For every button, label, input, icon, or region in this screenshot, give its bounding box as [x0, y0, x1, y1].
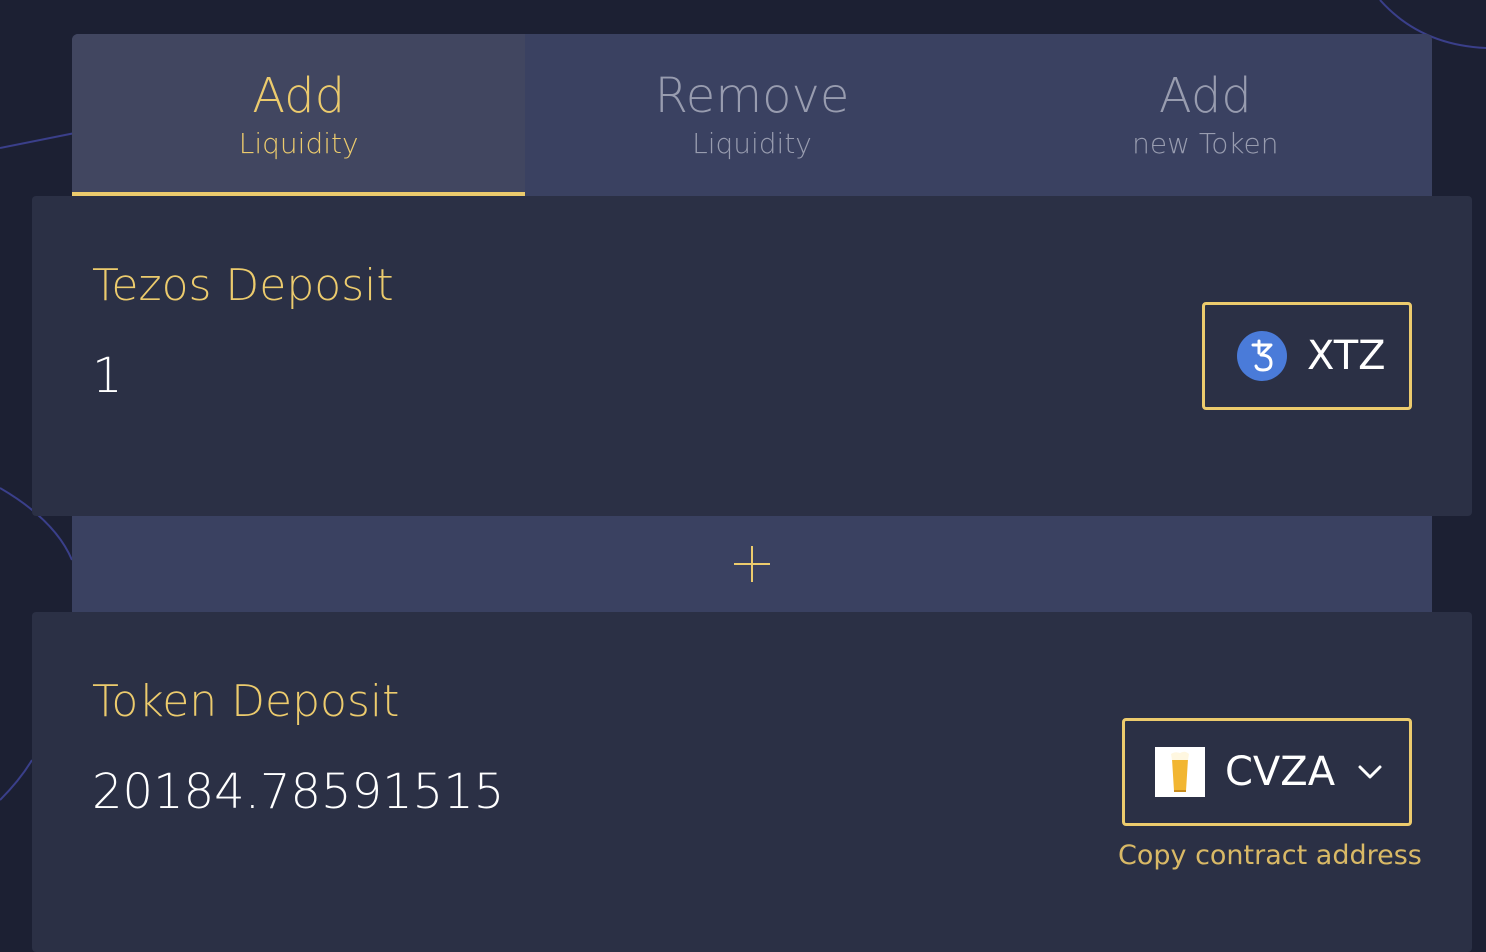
chevron-down-icon [1357, 764, 1383, 780]
token-deposit-input[interactable]: 20184.78591515 [92, 764, 504, 820]
copy-contract-address-link[interactable]: Copy contract address [1118, 840, 1422, 871]
tab-add-new-token[interactable]: Add new Token [979, 34, 1432, 196]
cvza-symbol: CVZA [1225, 749, 1336, 795]
plus-divider [72, 516, 1432, 612]
tezos-deposit-panel: Tezos Deposit 1 XTZ [32, 196, 1472, 516]
tab-remove-liquidity[interactable]: Remove Liquidity [525, 34, 978, 196]
beer-icon [1155, 747, 1205, 797]
tab-bar: Add Liquidity Remove Liquidity Add new T… [72, 34, 1432, 196]
plus-icon [734, 546, 770, 582]
tab-subtitle: Liquidity [238, 127, 359, 160]
tab-title: Add [252, 68, 346, 124]
tab-add-liquidity[interactable]: Add Liquidity [72, 34, 526, 196]
token-deposit-label: Token Deposit [92, 676, 400, 727]
tab-subtitle: new Token [1132, 127, 1279, 160]
tezos-icon [1237, 331, 1287, 381]
tab-title: Add [1158, 68, 1252, 124]
tab-title: Remove [654, 68, 850, 124]
xtz-symbol: XTZ [1307, 333, 1386, 379]
tezos-deposit-input[interactable]: 1 [92, 348, 123, 404]
tab-subtitle: Liquidity [692, 127, 812, 160]
tezos-deposit-label: Tezos Deposit [92, 260, 394, 311]
xtz-token-button[interactable]: XTZ [1202, 302, 1412, 410]
token-deposit-panel: Token Deposit 20184.78591515 CVZA Copy c… [32, 612, 1472, 952]
cvza-token-dropdown[interactable]: CVZA [1122, 718, 1412, 826]
